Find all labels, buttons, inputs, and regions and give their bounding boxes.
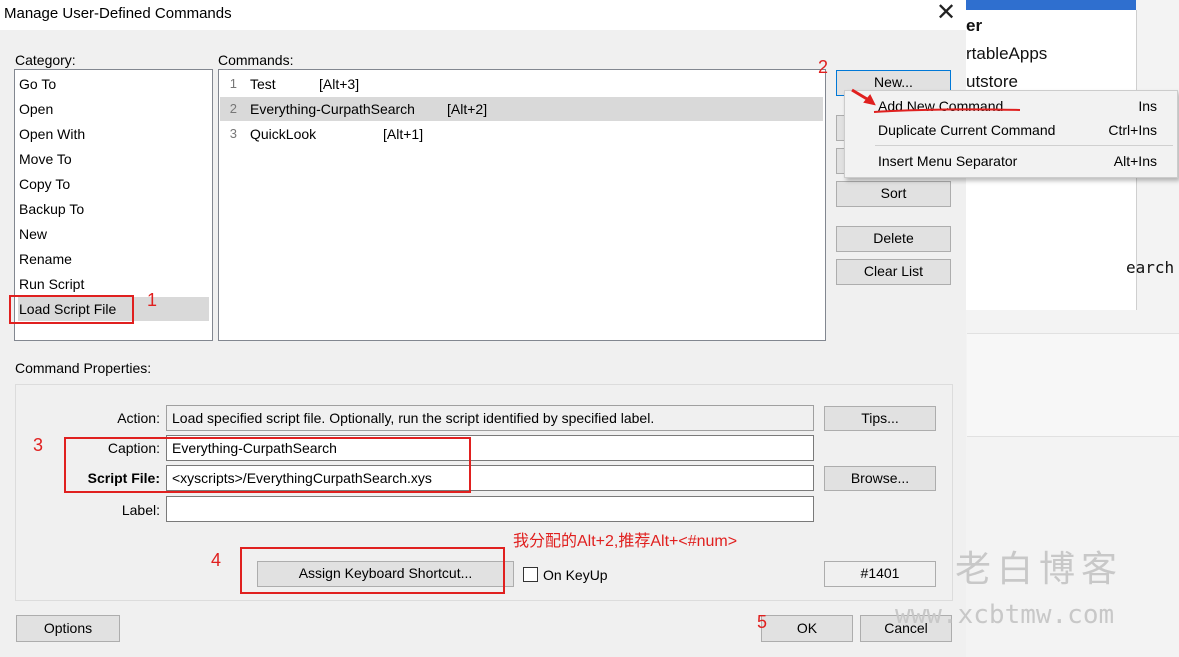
command-row-name: Test <box>250 76 276 92</box>
command-properties-label: Command Properties: <box>15 360 152 376</box>
category-label: Category: <box>15 52 76 68</box>
annotation-box-1 <box>9 295 134 324</box>
command-row[interactable]: 3 QuickLook [Alt+1] <box>220 122 823 146</box>
annotation-box-3 <box>64 437 471 493</box>
watermark-title: 老白博客 <box>955 549 1124 590</box>
command-id-display: #1401 <box>824 561 936 587</box>
menu-item-shortcut: Ctrl+Ins <box>1108 122 1157 138</box>
annotation-box-4 <box>240 547 505 594</box>
background-app-text: er <box>966 16 983 35</box>
command-row-number: 1 <box>229 76 237 91</box>
menu-item-label: Duplicate Current Command <box>878 122 1056 138</box>
action-label: Action: <box>117 410 160 426</box>
commands-list[interactable]: 1 Test [Alt+3] 2 Everything-CurpathSearc… <box>218 69 826 341</box>
command-row-number: 2 <box>229 101 237 116</box>
label-label: Label: <box>121 502 160 518</box>
command-row-name: Everything-CurpathSearch <box>250 101 415 117</box>
hidden-button-edge <box>836 115 844 141</box>
options-button[interactable]: Options <box>16 615 120 642</box>
commands-label: Commands: <box>218 52 294 68</box>
command-row-selected[interactable]: 2 Everything-CurpathSearch [Alt+2] <box>220 97 823 121</box>
category-item[interactable]: New <box>18 222 209 246</box>
category-item[interactable]: Rename <box>18 247 209 271</box>
menu-separator <box>875 145 1173 146</box>
annotation-number-1: 1 <box>147 290 158 310</box>
label-input[interactable] <box>166 496 814 522</box>
category-item[interactable]: Open With <box>18 122 209 146</box>
tips-button[interactable]: Tips... <box>824 406 936 431</box>
action-field: Load specified script file. Optionally, … <box>166 405 814 431</box>
title-bar: Manage User-Defined Commands ✕ <box>0 0 966 30</box>
menu-item-label: Insert Menu Separator <box>878 153 1018 169</box>
watermark-url: www.xcbtmw.com <box>895 600 1115 630</box>
category-item[interactable]: Go To <box>18 72 209 96</box>
menu-item-duplicate-command[interactable]: Duplicate Current Command Ctrl+Ins <box>845 118 1177 142</box>
window-title: Manage User-Defined Commands <box>4 5 232 22</box>
on-keyup-checkbox[interactable] <box>523 567 538 582</box>
sort-button[interactable]: Sort <box>836 181 951 207</box>
on-keyup-label: On KeyUp <box>543 567 608 583</box>
category-item[interactable]: Copy To <box>18 172 209 196</box>
ok-button[interactable]: OK <box>761 615 853 642</box>
delete-button[interactable]: Delete <box>836 226 951 252</box>
clear-list-button[interactable]: Clear List <box>836 259 951 285</box>
category-item[interactable]: Move To <box>18 147 209 171</box>
command-row[interactable]: 1 Test [Alt+3] <box>220 72 823 96</box>
annotation-number-2: 2 <box>818 57 829 77</box>
browse-button[interactable]: Browse... <box>824 466 936 491</box>
hidden-button-edge <box>836 148 844 174</box>
category-item[interactable]: Run Script <box>18 272 209 296</box>
annotation-number-3: 3 <box>33 435 44 455</box>
background-app-text: earch <box>1126 258 1175 277</box>
command-row-shortcut: [Alt+1] <box>383 126 424 142</box>
command-row-name: QuickLook <box>250 126 317 142</box>
category-item[interactable]: Backup To <box>18 197 209 221</box>
close-icon[interactable]: ✕ <box>932 0 960 28</box>
menu-item-shortcut: Alt+Ins <box>1113 153 1157 169</box>
annotation-number-4: 4 <box>211 550 222 570</box>
annotation-number-5: 5 <box>757 612 768 632</box>
command-row-shortcut: [Alt+2] <box>447 101 488 117</box>
background-app-box <box>967 333 1179 437</box>
background-app-titlebar <box>966 0 1136 10</box>
command-row-shortcut: [Alt+3] <box>319 76 360 92</box>
menu-item-insert-separator[interactable]: Insert Menu Separator Alt+Ins <box>845 149 1177 173</box>
command-row-number: 3 <box>229 126 237 141</box>
annotation-arrow-underline <box>851 88 1021 113</box>
annotation-note: 我分配的Alt+2,推荐Alt+<#num> <box>513 533 738 550</box>
category-item[interactable]: Open <box>18 97 209 121</box>
menu-item-shortcut: Ins <box>1138 98 1157 114</box>
background-app-text: rtableApps <box>966 44 1048 63</box>
